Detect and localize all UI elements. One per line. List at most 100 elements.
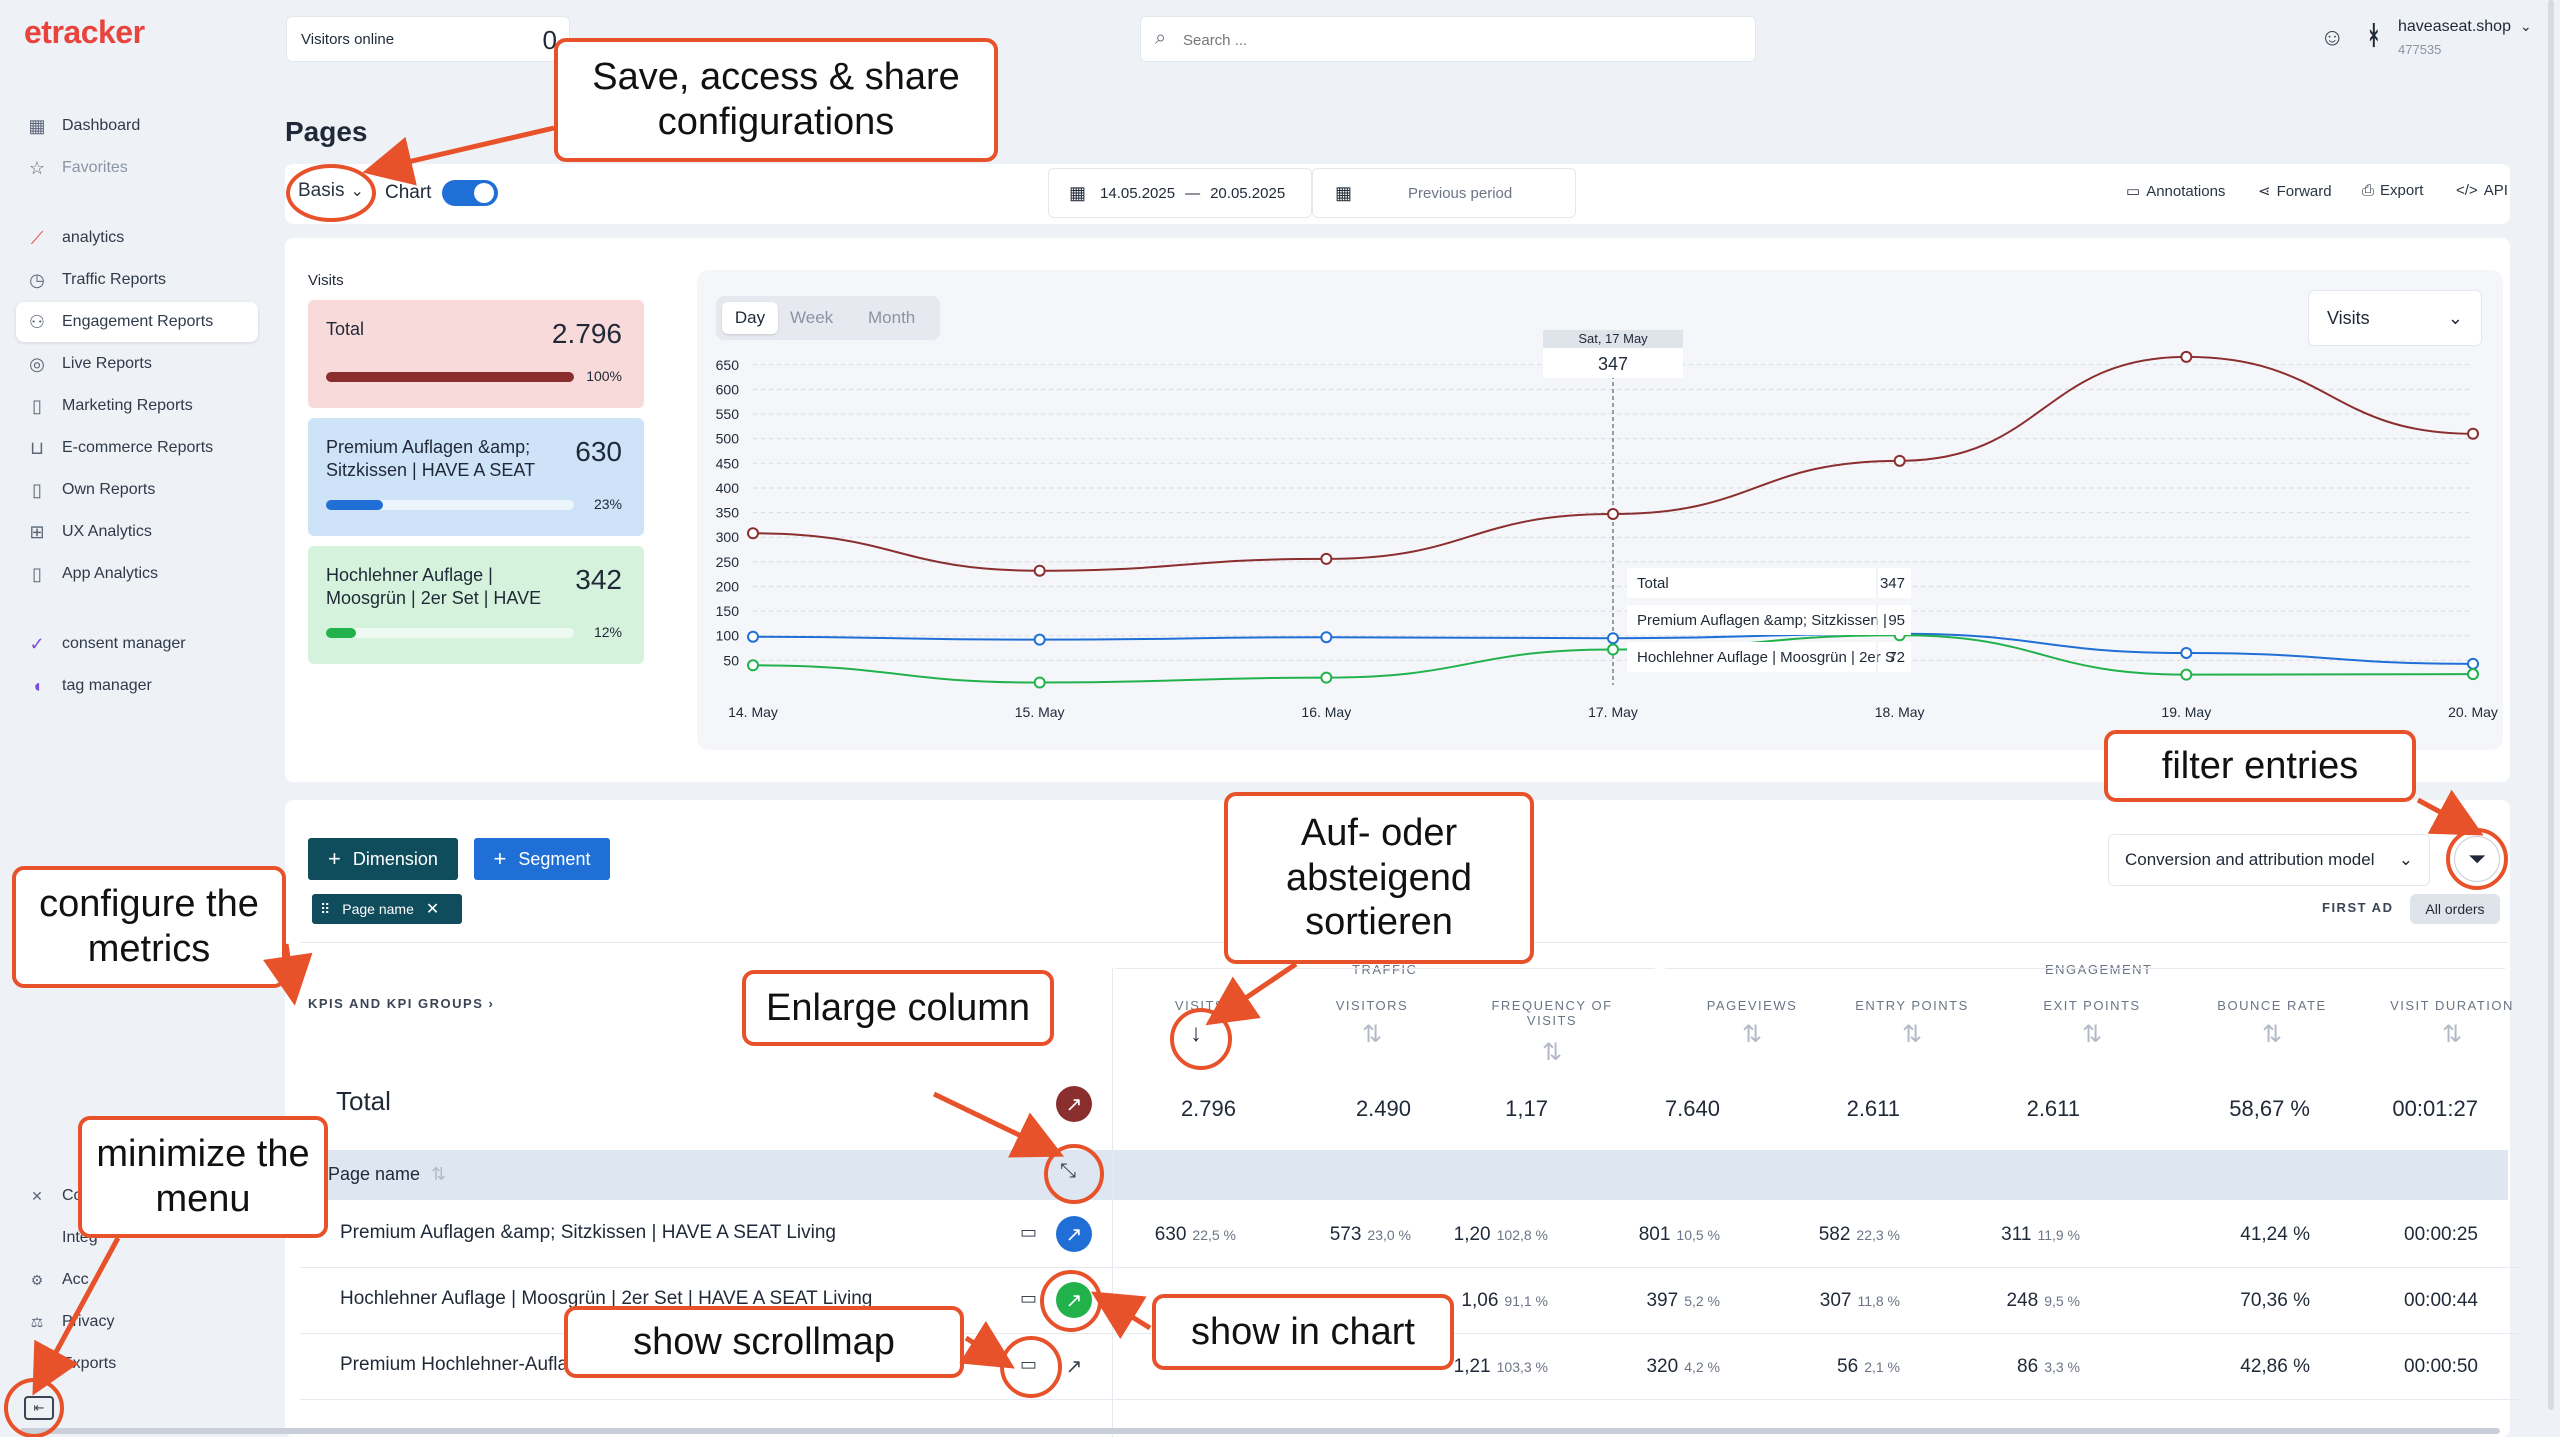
sidebar-item-own-reports[interactable]: ▯ Own Reports — [16, 470, 258, 510]
sidebar-bottom-item-2[interactable]: ⚙ Acc — [16, 1260, 258, 1300]
export-button[interactable]: ⎙ Export — [2362, 182, 2423, 199]
close-icon[interactable]: ✕ — [426, 899, 439, 919]
forward-button[interactable]: ⋖ Forward — [2258, 182, 2332, 201]
column-header-entry-points[interactable]: ENTRY POINTS — [1827, 998, 1997, 1013]
sort-icon[interactable]: ⇅ — [1902, 1020, 1922, 1049]
tag-icon: ◖ — [31, 675, 43, 696]
search-box[interactable]: ⌕ — [1140, 16, 1756, 62]
tab-month[interactable]: Month — [868, 308, 915, 328]
forward-label: Forward — [2276, 182, 2332, 200]
kpi-card-0[interactable]: Total 2.796 100% — [308, 300, 644, 408]
model-select[interactable]: Conversion and attribution model ⌄ — [2108, 834, 2430, 886]
horizontal-scrollbar[interactable] — [20, 1428, 2500, 1434]
sidebar-bottom-item-4[interactable]: ▯ Exports — [16, 1344, 258, 1384]
row-page-name[interactable]: Premium Auflagen &amp; Sitzkissen | HAVE… — [340, 1222, 836, 1244]
account-name[interactable]: haveaseat.shop — [2398, 18, 2511, 36]
sidebar-item-consent-manager[interactable]: ✓ consent manager — [16, 624, 258, 664]
date-range-picker[interactable]: ▦ 14.05.2025 — 20.05.2025 — [1048, 168, 1312, 218]
row-page-name[interactable]: Premium Hochlehner-Aufla — [340, 1354, 568, 1376]
sidebar-bottom-item-3[interactable]: ⚖ Privacy — [16, 1302, 258, 1342]
consent-icon: ✓ — [29, 633, 45, 654]
visitors-online-label: Visitors online — [301, 31, 395, 48]
sort-icon[interactable]: ⇅ — [431, 1164, 446, 1184]
table-cell: 1,06 91,1 % — [1461, 1290, 1548, 1312]
api-button[interactable]: </> API — [2456, 182, 2508, 199]
tab-week[interactable]: Week — [790, 308, 833, 328]
total-cell: 58,67 % — [2229, 1096, 2310, 1121]
kpi-groups-link[interactable]: KPIS AND KPI GROUPS › — [308, 996, 494, 1011]
page-name-header[interactable]: Page name ⇅ — [328, 1164, 446, 1185]
search-input[interactable] — [1183, 27, 1723, 53]
cell-share: 3,3 % — [2044, 1359, 2080, 1375]
column-header-visitors[interactable]: VISITORS — [1287, 998, 1457, 1013]
cell-value: 630 — [1154, 1224, 1187, 1245]
cell-value: 1,20 — [1453, 1224, 1491, 1245]
sort-icon[interactable]: ⇅ — [2082, 1020, 2102, 1049]
callout-ring-config — [286, 164, 376, 222]
chart-toggle-switch[interactable] — [442, 180, 498, 206]
chevron-down-icon[interactable]: ⌄ — [2520, 18, 2532, 35]
total-cell: 2.490 — [1355, 1096, 1411, 1121]
account-logo-icon: ᚼ — [2366, 20, 2382, 50]
callout-ring-minimize — [4, 1378, 64, 1437]
sidebar-item-dashboard[interactable]: ▦ Dashboard — [16, 106, 258, 146]
sidebar-item-label: Marketing Reports — [62, 397, 193, 414]
y-tick-label: 50 — [723, 652, 739, 668]
dimension-chip[interactable]: ⠿ Page name ✕ — [312, 894, 462, 924]
y-tick-label: 250 — [716, 554, 740, 570]
sort-icon[interactable]: ⇅ — [1362, 1020, 1382, 1049]
column-header-visit-duration[interactable]: VISIT DURATION — [2367, 998, 2537, 1013]
sidebar-item-live-reports[interactable]: ◎ Live Reports — [16, 344, 258, 384]
x-tick-label: 18. May — [1875, 704, 1925, 720]
trend-icon: ↗ — [1065, 1093, 1083, 1116]
sort-icon[interactable]: ⇅ — [1742, 1020, 1762, 1049]
sidebar-item-tag-manager[interactable]: ◖ tag manager — [16, 666, 258, 706]
annotations-button[interactable]: ▭ Annotations — [2126, 182, 2225, 201]
sort-icon[interactable]: ⇅ — [2442, 1020, 2462, 1049]
chart-toggle-label: Chart — [385, 182, 432, 203]
code-icon: </> — [2456, 182, 2478, 199]
vertical-scrollbar[interactable] — [2548, 0, 2554, 1410]
drag-handle-icon[interactable]: ⠿ — [320, 901, 330, 918]
callout-sort: Auf- oder absteigend sortieren — [1224, 792, 1534, 964]
column-header-pageviews[interactable]: PAGEVIEWS — [1667, 998, 1837, 1013]
sort-icon[interactable]: ⇅ — [1542, 1038, 1562, 1067]
all-orders-toggle[interactable]: All orders — [2410, 894, 2500, 924]
sidebar-item-label: Exports — [62, 1355, 117, 1372]
kpi-card-1[interactable]: Premium Auflagen &amp; Sitzkissen | HAVE… — [308, 418, 644, 536]
table-cell: 397 5,2 % — [1646, 1290, 1720, 1312]
scrollmap-icon[interactable]: ▭ — [1020, 1222, 1037, 1243]
tooltip-row-value: 347 — [1880, 575, 1905, 592]
column-header-exit-points[interactable]: EXIT POINTS — [2007, 998, 2177, 1013]
sidebar-item-e-commerce-reports[interactable]: ⊔ E-commerce Reports — [16, 428, 258, 468]
add-dimension-button[interactable]: + Dimension — [308, 838, 458, 880]
cell-value: 248 — [2006, 1290, 2039, 1311]
sidebar-item-traffic-reports[interactable]: ◷ Traffic Reports — [16, 260, 258, 300]
column-header-frequency-of-visits[interactable]: FREQUENCY OF VISITS — [1467, 998, 1637, 1028]
callout-scrollmap: show scrollmap — [564, 1306, 964, 1378]
sidebar-item-favorites[interactable]: ☆ Favorites — [16, 148, 258, 188]
callout-ring-chart — [1040, 1270, 1102, 1332]
sidebar-item-marketing-reports[interactable]: ▯ Marketing Reports — [16, 386, 258, 426]
column-header-bounce-rate[interactable]: BOUNCE RATE — [2187, 998, 2357, 1013]
traffic-icon: ◷ — [29, 269, 45, 290]
kpi-progress-bar — [326, 500, 574, 510]
table-cell: 00:00:50 — [2404, 1356, 2478, 1378]
tooltip-value: 347 — [1598, 354, 1628, 374]
sidebar-item-analytics[interactable]: ⟋ analytics — [16, 218, 258, 258]
sidebar-item-ux-analytics[interactable]: ⊞ UX Analytics — [16, 512, 258, 552]
etracker-logo[interactable]: etracker — [24, 14, 145, 51]
show-in-chart-button[interactable]: ↗ — [1056, 1216, 1092, 1252]
sidebar-item-engagement-reports[interactable]: ⚇ Engagement Reports — [16, 302, 258, 342]
data-point — [1320, 552, 1333, 565]
add-segment-button[interactable]: + Segment — [474, 838, 610, 880]
first-ad-label[interactable]: FIRST AD — [2322, 900, 2393, 915]
sidebar-item-app-analytics[interactable]: ▯ App Analytics — [16, 554, 258, 594]
kpi-card-2[interactable]: Hochlehner Auflage | Moosgrün | 2er Set … — [308, 546, 644, 664]
compare-period-picker[interactable]: ▦ Previous period — [1312, 168, 1576, 218]
emoji-feedback-icon[interactable]: ☺ — [2320, 24, 2345, 52]
sort-icon[interactable]: ⇅ — [2262, 1020, 2282, 1049]
search-icon: ⌕ — [1155, 27, 1167, 49]
scrollmap-icon[interactable]: ▭ — [1020, 1288, 1037, 1309]
total-show-in-chart-button[interactable]: ↗ — [1056, 1086, 1092, 1122]
